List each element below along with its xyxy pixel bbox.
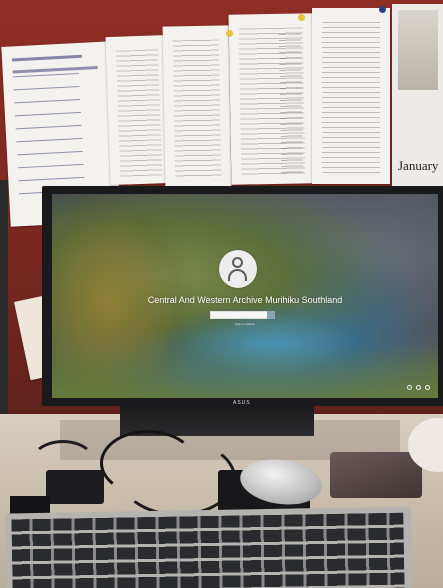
- pinned-paper-index-3: [228, 13, 316, 185]
- pinned-paper-index-2: [162, 25, 232, 189]
- user-avatar-icon[interactable]: [219, 250, 257, 288]
- keyboard-keys[interactable]: [11, 512, 405, 588]
- system-tray: [407, 385, 430, 390]
- blue-pin-icon: [379, 6, 386, 13]
- signin-options-link[interactable]: Sign-in options: [52, 322, 438, 326]
- power-icon[interactable]: [425, 385, 430, 390]
- submit-arrow-button[interactable]: [267, 311, 275, 319]
- yellow-pin-icon: [226, 30, 233, 37]
- photo-scene: January Central And Western Archive Muri…: [0, 0, 443, 588]
- lock-screen: Central And Western Archive Murihiku Sou…: [52, 194, 438, 398]
- calendar-photo: [398, 10, 438, 90]
- usb-hub: [46, 470, 104, 504]
- pinned-paper-index-4: [312, 8, 390, 184]
- yellow-pin-icon: [298, 14, 305, 21]
- calendar-month: January: [398, 158, 439, 173]
- wall-calendar: January: [392, 4, 443, 190]
- monitor-brand-logo: ASUS: [233, 400, 251, 406]
- accessibility-icon[interactable]: [416, 385, 421, 390]
- password-field[interactable]: [210, 311, 270, 319]
- portable-hard-drive: [330, 452, 422, 498]
- network-icon[interactable]: [407, 385, 412, 390]
- account-name: Central And Western Archive Murihiku Sou…: [147, 295, 343, 305]
